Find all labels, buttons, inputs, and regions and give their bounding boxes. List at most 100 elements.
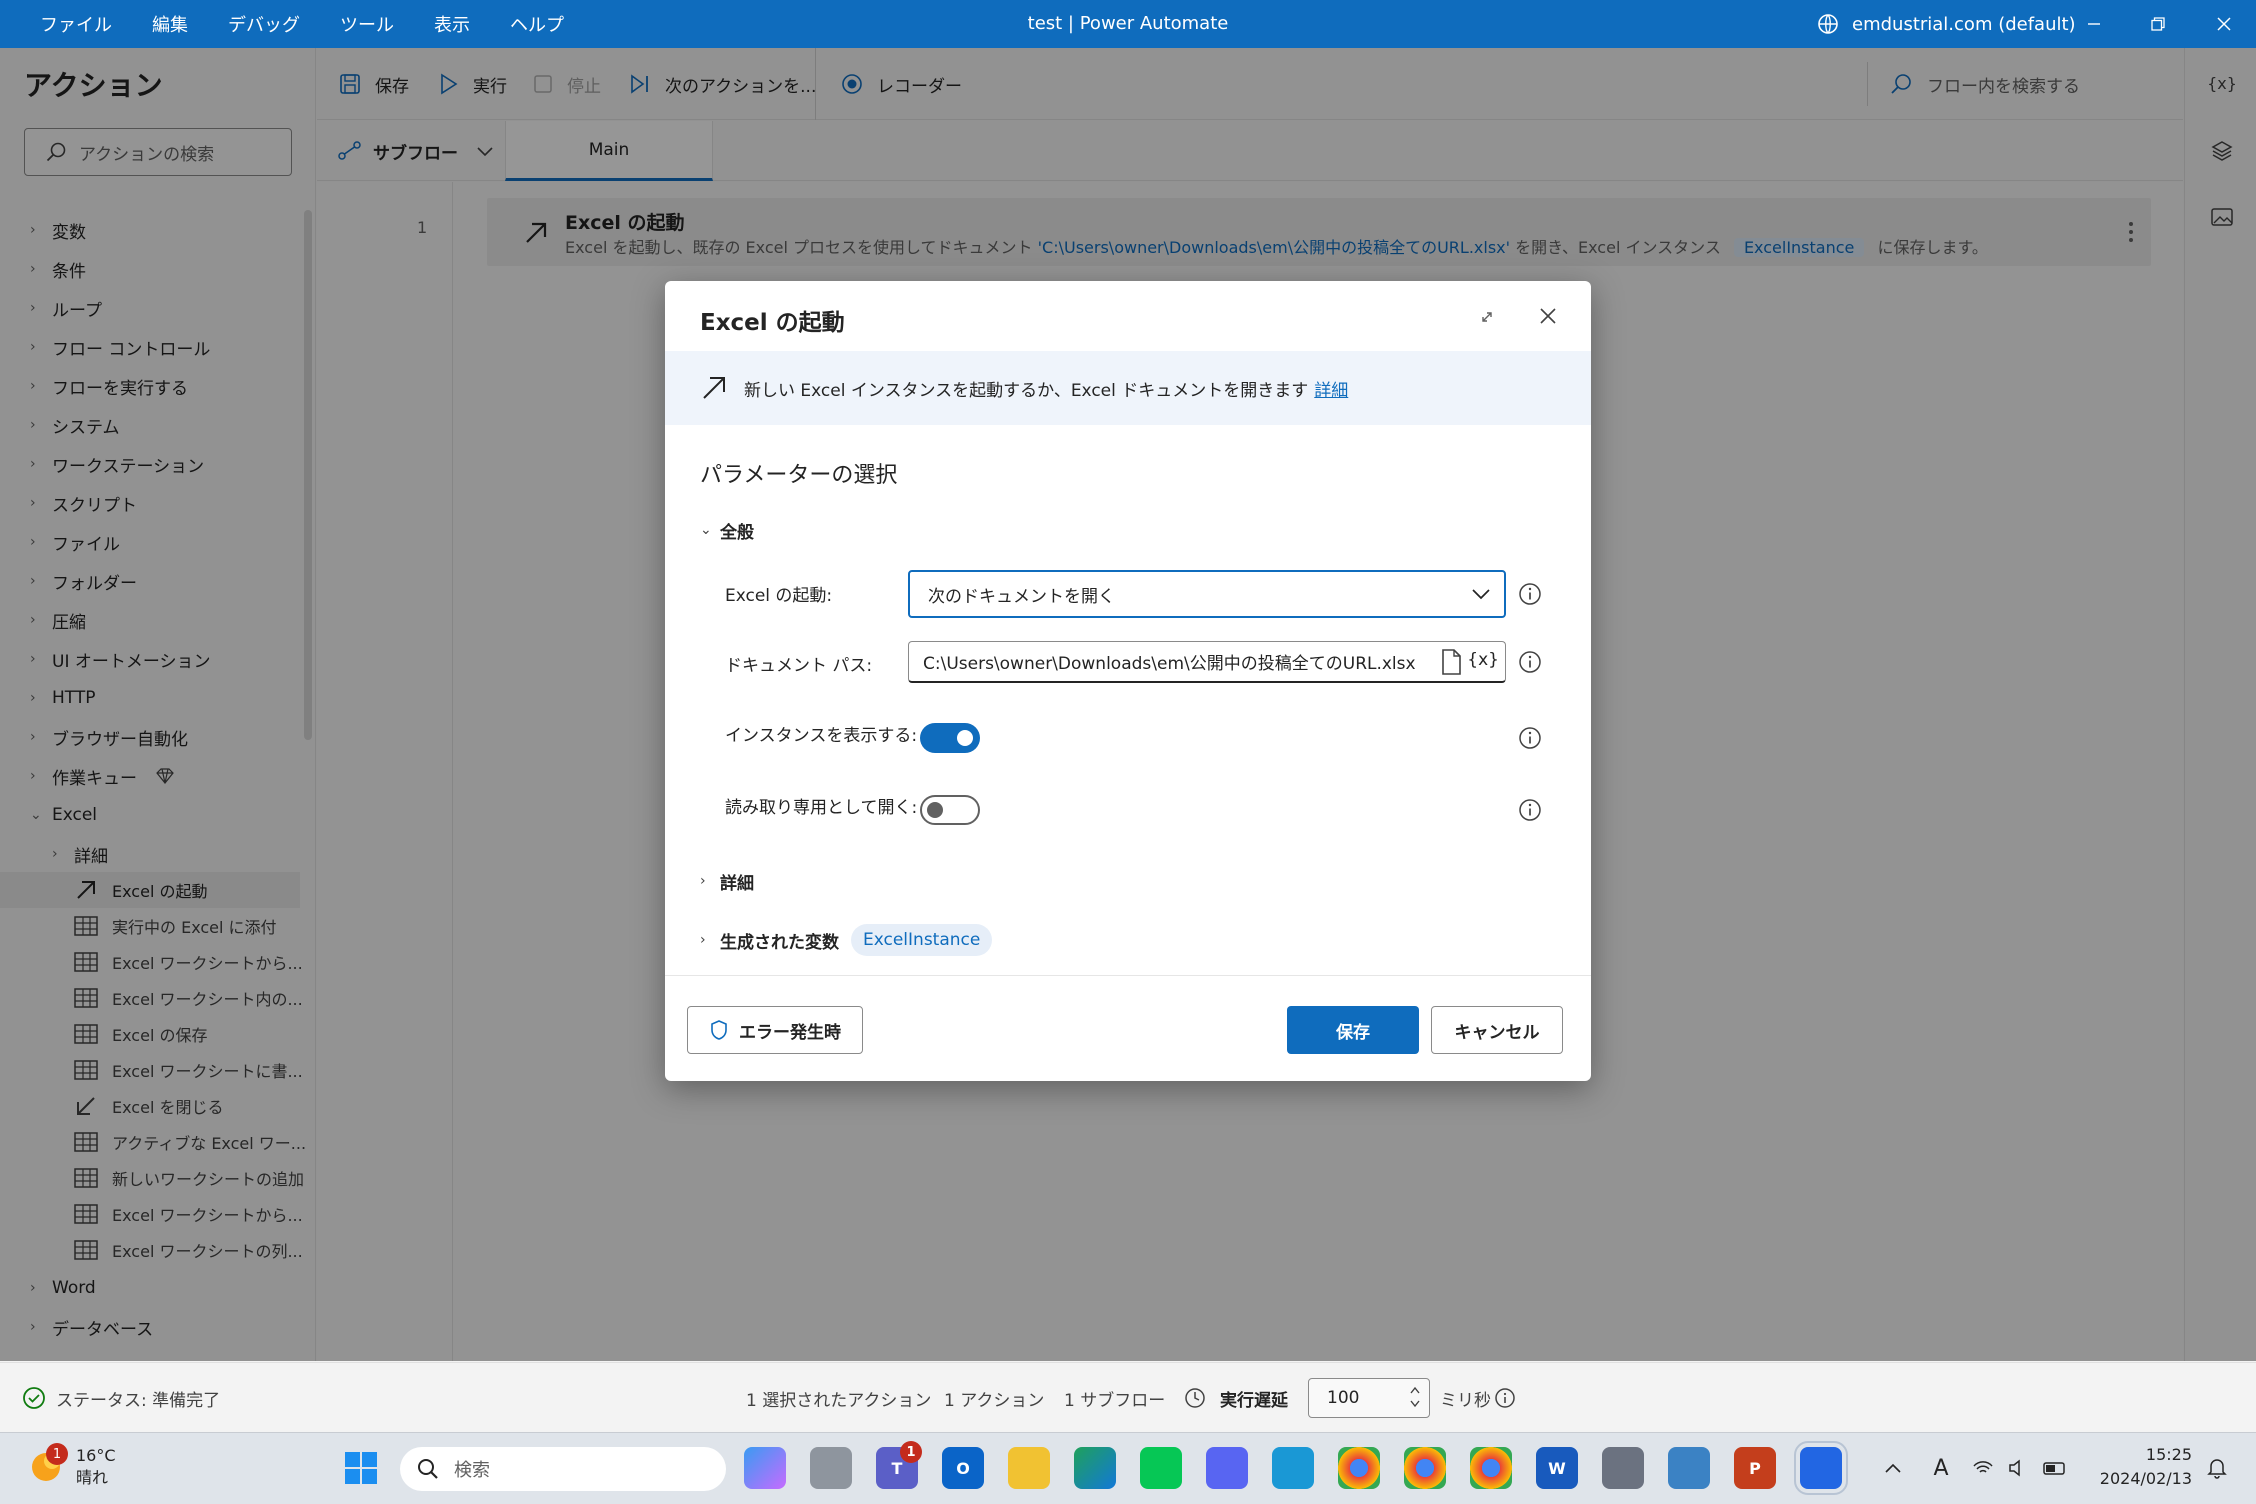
check-circle-icon: [23, 1387, 45, 1409]
weather-text: 16°C 晴れ: [76, 1445, 116, 1489]
line-icon[interactable]: [1140, 1447, 1182, 1489]
general-section-header[interactable]: ⌄ 全般: [700, 515, 754, 545]
chrome-icon[interactable]: [1338, 1447, 1380, 1489]
chrome-profile-2-icon[interactable]: [1470, 1447, 1512, 1489]
environment-selector[interactable]: emdustrial.com (default): [1816, 0, 2076, 48]
run-delay-value: 100: [1327, 1388, 1360, 1408]
menu-tools[interactable]: ツール: [340, 11, 394, 37]
edge-icon[interactable]: [1074, 1447, 1116, 1489]
dialog-info-text: 新しい Excel インスタンスを起動するか、Excel ドキュメントを開きます: [744, 380, 1309, 401]
generated-variables-header[interactable]: › 生成された変数: [700, 925, 839, 955]
parameters-heading: パラメーターの選択: [700, 463, 898, 488]
expand-dialog-button[interactable]: [1473, 303, 1501, 331]
chevron-right-icon: ›: [700, 873, 706, 889]
details-link[interactable]: 詳細: [1314, 376, 1348, 401]
run-delay-info[interactable]: [1494, 1363, 1516, 1433]
settings-icon[interactable]: [1602, 1447, 1644, 1489]
weather-badge: 1: [46, 1443, 68, 1465]
taskbar-search[interactable]: 検索: [400, 1447, 726, 1491]
dialog-footer-divider: [665, 975, 1591, 976]
file-explorer-icon[interactable]: [1008, 1447, 1050, 1489]
taskbar-clock[interactable]: 15:25 2024/02/13: [2080, 1443, 2192, 1491]
notepad-icon[interactable]: [1668, 1447, 1710, 1489]
start-button[interactable]: [340, 1447, 382, 1489]
environment-icon: [1818, 14, 1838, 34]
title-bar: ファイル 編集 デバッグ ツール 表示 ヘルプ test | Power Aut…: [0, 0, 2256, 48]
dialog-cancel-button[interactable]: キャンセル: [1431, 1006, 1563, 1054]
copilot-icon[interactable]: [744, 1447, 786, 1489]
show-instance-toggle[interactable]: [920, 723, 980, 753]
restore-button[interactable]: [2134, 0, 2182, 48]
info-icon[interactable]: [1518, 798, 1542, 822]
clock-date: 2024/02/13: [2099, 1469, 2192, 1488]
close-icon: [2217, 17, 2231, 31]
menu-debug[interactable]: デバッグ: [228, 11, 300, 37]
launch-excel-selected-value: 次のドキュメントを開く: [928, 586, 1115, 607]
bell-icon: [2207, 1459, 2227, 1479]
show-hidden-icons-button[interactable]: [1872, 1447, 1914, 1489]
read-only-toggle[interactable]: [920, 795, 980, 825]
info-icon[interactable]: [1518, 650, 1542, 674]
status-indicator: ステータス: 準備完了: [22, 1363, 220, 1433]
on-error-label: エラー発生時: [739, 1022, 841, 1043]
toggle-knob: [957, 730, 973, 746]
menu-help[interactable]: ヘルプ: [510, 11, 564, 37]
chrome-profile-icon[interactable]: [1404, 1447, 1446, 1489]
toggle-knob: [927, 802, 943, 818]
chevron-down-icon: ⌄: [700, 522, 712, 538]
close-dialog-button[interactable]: [1533, 301, 1563, 331]
minimize-button[interactable]: [2070, 0, 2118, 48]
info-icon[interactable]: [1518, 582, 1542, 606]
menu-edit[interactable]: 編集: [152, 11, 188, 37]
advanced-section-header[interactable]: › 詳細: [700, 866, 754, 896]
close-icon: [1540, 308, 1556, 324]
restore-icon: [2151, 17, 2165, 31]
weather-widget[interactable]: 16°C 晴れ 1: [28, 1443, 116, 1489]
taskbar-search-placeholder: 検索: [454, 1460, 490, 1481]
teams-icon[interactable]: T 1: [876, 1441, 922, 1489]
insert-variable-icon[interactable]: {x}: [1467, 650, 1499, 670]
info-icon: [1495, 1388, 1515, 1408]
chevron-up-icon[interactable]: [1409, 1383, 1421, 1397]
actions-count: 1 アクション: [944, 1390, 1045, 1411]
read-only-label: 読み取り専用として開く:: [725, 798, 918, 818]
powerpoint-icon[interactable]: P: [1734, 1447, 1776, 1489]
generated-variables-label: 生成された変数: [720, 932, 839, 953]
info-icon[interactable]: [1518, 726, 1542, 750]
power-automate-icon[interactable]: [1794, 1441, 1848, 1495]
search-icon: [418, 1459, 438, 1479]
menu-bar: ファイル 編集 デバッグ ツール 表示 ヘルプ: [40, 0, 604, 48]
prime-video-icon[interactable]: [1272, 1447, 1314, 1489]
file-picker-icon[interactable]: [1439, 648, 1463, 676]
launch-excel-select[interactable]: 次のドキュメントを開く: [908, 570, 1506, 618]
word-icon[interactable]: W: [1536, 1447, 1578, 1489]
show-instance-label: インスタンスを表示する:: [725, 726, 918, 746]
system-tray-status[interactable]: [1968, 1447, 2078, 1489]
generated-variable-chip[interactable]: ExcelInstance: [851, 924, 993, 956]
advanced-section-label: 詳細: [720, 873, 754, 894]
outlook-icon[interactable]: O: [942, 1447, 984, 1489]
task-view-icon[interactable]: [810, 1447, 852, 1489]
dialog-save-button[interactable]: 保存: [1287, 1006, 1419, 1054]
document-path-input[interactable]: C:\Users\owner\Downloads\em\公開中の投稿全てのURL…: [908, 641, 1506, 683]
status-text: ステータス: 準備完了: [56, 1390, 221, 1411]
close-window-button[interactable]: [2200, 0, 2248, 48]
subflows-count: 1 サブフロー: [1064, 1390, 1166, 1411]
on-error-button[interactable]: エラー発生時: [687, 1006, 863, 1054]
windows-taskbar: 16°C 晴れ 1 検索 T 1 O W P A 15:25 2024/02/1…: [0, 1432, 2256, 1504]
minimize-icon: [2088, 23, 2100, 25]
launch-excel-dialog: Excel の起動 新しい Excel インスタンスを起動するか、Excel ド…: [665, 281, 1591, 1081]
notifications-button[interactable]: [2196, 1447, 2238, 1489]
menu-view[interactable]: 表示: [434, 11, 470, 37]
discord-icon[interactable]: [1206, 1447, 1248, 1489]
run-delay-spinner[interactable]: [1409, 1383, 1421, 1411]
run-delay-input[interactable]: 100: [1308, 1378, 1430, 1418]
chevron-down-icon[interactable]: [1409, 1397, 1421, 1411]
selected-actions-count: 1 選択されたアクション: [746, 1390, 932, 1411]
menu-file[interactable]: ファイル: [40, 11, 112, 37]
wifi-volume-battery-icon: [1973, 1459, 2065, 1477]
run-delay-text: 実行遅延: [1220, 1390, 1288, 1411]
environment-name: emdustrial.com (default): [1852, 13, 2076, 35]
ime-indicator-icon[interactable]: A: [1920, 1447, 1962, 1489]
status-bar: ステータス: 準備完了 1 選択されたアクション 1 アクション 1 サブフロー…: [0, 1362, 2256, 1432]
